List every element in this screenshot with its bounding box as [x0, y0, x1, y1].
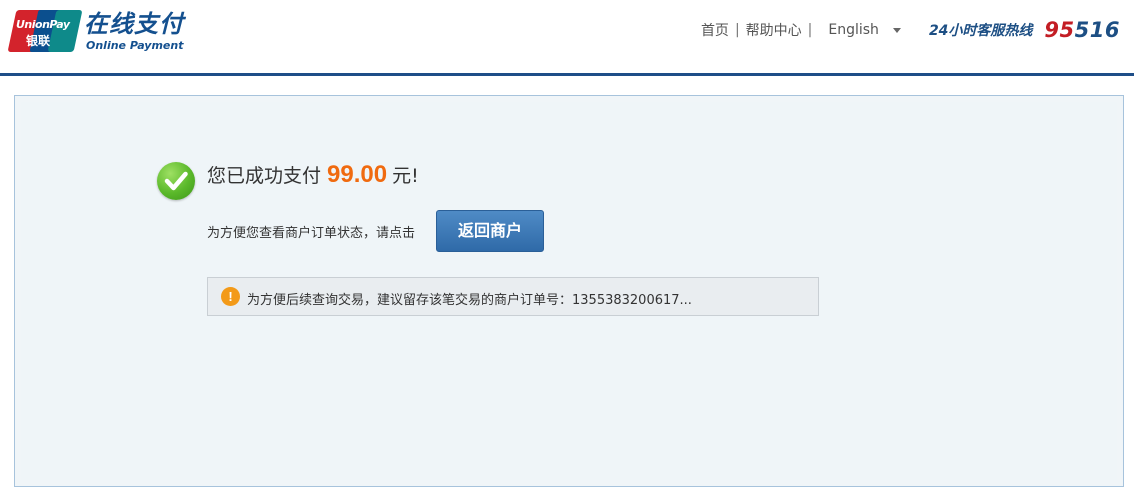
hotline-number-prefix: 95: [1044, 18, 1075, 42]
language-selector[interactable]: English: [828, 22, 901, 38]
nav-separator: |: [807, 22, 813, 38]
return-hint: 为方便您查看商户订单状态，请点击: [207, 226, 416, 241]
order-notice: ! 为方便后续查询交易，建议留存该笔交易的商户订单号：1355383200617…: [207, 277, 819, 316]
unionpay-logo[interactable]: UnionPay 银联 在线支付 Online Payment: [7, 8, 184, 53]
hotline-label: 24小时客服热线: [928, 23, 1033, 39]
header-divider: [0, 73, 1134, 76]
unionpay-logo-icon: UnionPay 银联: [7, 8, 83, 53]
payment-success-message: 您已成功支付 99.00 元!: [207, 161, 419, 189]
nav-separator: |: [734, 22, 740, 38]
payment-amount: 99.00: [327, 161, 388, 188]
success-prefix: 您已成功支付: [207, 165, 322, 187]
logo-title-cn: 在线支付: [84, 9, 184, 38]
logo-brand-cn: 银联: [26, 34, 51, 48]
logo-title-en: Online Payment: [86, 38, 184, 52]
success-suffix: 元!: [392, 165, 419, 187]
order-notice-text: 为方便后续查询交易，建议留存该笔交易的商户订单号：1355383200617..…: [247, 293, 692, 308]
check-circle-icon: [157, 162, 195, 200]
language-label: English: [828, 22, 879, 38]
hotline-number: 95516: [1044, 18, 1120, 42]
return-to-merchant-button[interactable]: 返回商户: [436, 210, 544, 252]
nav-help-link[interactable]: 帮助中心: [746, 20, 802, 40]
header: UnionPay 银联 在线支付 Online Payment 首页 | 帮助中…: [0, 0, 1134, 73]
nav-home-link[interactable]: 首页: [701, 20, 729, 40]
logo-brand-en: UnionPay: [16, 18, 70, 31]
info-circle-icon: !: [221, 287, 240, 306]
chevron-down-icon: [892, 27, 901, 33]
hotline-number-suffix: 516: [1074, 18, 1120, 42]
top-nav: 首页 | 帮助中心 | English 24小时客服热线 95516: [701, 18, 1120, 42]
